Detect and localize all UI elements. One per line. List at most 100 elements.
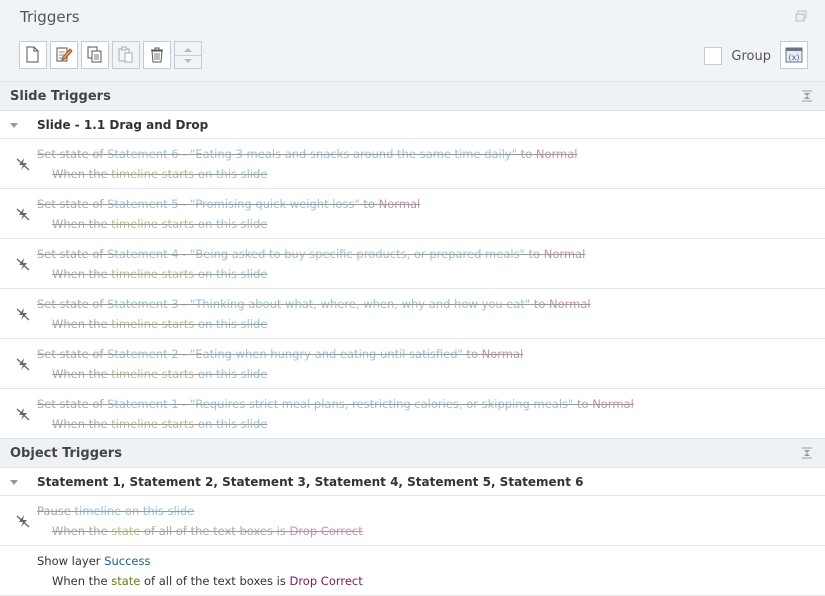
text-segment-plain: of all of the text boxes is xyxy=(140,524,290,538)
text-segment-obj: on this slide xyxy=(194,267,268,281)
text-segment-prop: timeline starts xyxy=(111,367,195,381)
trigger-list: Slide Triggers Slide - 1.1 Drag and Drop S… xyxy=(0,82,825,596)
variables-button[interactable]: (x) xyxy=(780,41,808,69)
text-segment-prop: timeline starts xyxy=(111,167,195,181)
text-segment-obj: on this slide xyxy=(194,217,268,231)
toolbar xyxy=(19,41,202,69)
paste-trigger-button[interactable] xyxy=(112,41,140,69)
move-up-icon[interactable] xyxy=(182,45,194,55)
group-toggle[interactable]: Group xyxy=(704,47,771,65)
restore-window-icon[interactable] xyxy=(795,10,807,22)
disabled-trigger-icon xyxy=(16,258,30,271)
text-segment-plain: Set state of xyxy=(37,347,108,361)
text-segment-plain: of all of the text boxes is xyxy=(140,574,290,588)
text-segment-obj: Statement 4 - "Being asked to buy specif… xyxy=(107,247,525,261)
text-segment-val: Normal xyxy=(549,297,591,311)
text-segment-obj: on this slide xyxy=(194,417,268,431)
text-segment-plain: When the xyxy=(52,217,112,231)
disabled-trigger-icon xyxy=(16,208,30,221)
trigger-action: Set state of Statement 3 - "Thinking abo… xyxy=(37,297,591,311)
trigger-row[interactable]: Pause timeline on this slide When the sta… xyxy=(0,496,825,546)
group-title: Slide - 1.1 Drag and Drop xyxy=(37,118,209,132)
panel-title: Triggers xyxy=(20,8,80,26)
text-segment-plain: Show layer xyxy=(37,554,105,568)
text-segment-obj: on this slide xyxy=(194,317,268,331)
disabled-trigger-icon xyxy=(16,515,30,528)
text-segment-plain: to xyxy=(359,197,379,211)
disabled-trigger-icon xyxy=(16,358,30,371)
text-segment-obj: on this slide xyxy=(194,367,268,381)
trigger-row[interactable]: Set state of Statement 5 - "Promising qu… xyxy=(0,189,825,239)
expand-triangle-icon[interactable] xyxy=(10,123,18,128)
text-segment-obj: Statement 5 - "Promising quick weight lo… xyxy=(107,197,360,211)
disabled-trigger-icon xyxy=(16,158,30,171)
text-segment-val: Normal xyxy=(592,397,634,411)
trigger-action: Set state of Statement 5 - "Promising qu… xyxy=(37,197,420,211)
paste-icon xyxy=(118,46,133,63)
text-segment-plain: When the xyxy=(52,267,112,281)
text-segment-obj: Statement 6 - "Eating 3 meals and snacks… xyxy=(107,147,518,161)
text-segment-obj: Statement 2 - "Eating when hungry and ea… xyxy=(107,347,463,361)
group-checkbox[interactable] xyxy=(704,47,723,65)
trigger-action: Set state of Statement 4 - "Being asked … xyxy=(37,247,585,261)
trash-icon xyxy=(151,47,163,63)
trigger-group[interactable]: Statement 1, Statement 2, Statement 3, S… xyxy=(0,468,825,496)
text-segment-prop: timeline starts xyxy=(111,267,195,281)
text-segment-plain: Set state of xyxy=(37,147,108,161)
text-segment-val: Drop Correct xyxy=(289,524,363,538)
trigger-action: Pause timeline on this slide xyxy=(37,504,194,518)
text-segment-obj: on this slide xyxy=(194,167,268,181)
text-segment-val: Normal xyxy=(481,347,524,361)
new-trigger-button[interactable] xyxy=(19,41,47,69)
move-trigger-buttons[interactable] xyxy=(174,41,202,69)
variables-icon: (x) xyxy=(785,47,803,63)
disabled-trigger-icon xyxy=(16,408,30,421)
edit-trigger-button[interactable] xyxy=(50,41,78,69)
text-segment-val: Normal xyxy=(535,147,578,161)
trigger-row[interactable]: Set state of Statement 2 - "Eating when … xyxy=(0,339,825,389)
text-segment-plain: to xyxy=(462,347,482,361)
trigger-row[interactable]: Show layer Success When the state of all … xyxy=(0,546,825,596)
svg-text:(x): (x) xyxy=(789,53,800,62)
delete-trigger-button[interactable] xyxy=(143,41,171,69)
text-segment-obj: Statement 3 - "Thinking about what, wher… xyxy=(107,297,531,311)
copy-trigger-button[interactable] xyxy=(81,41,109,69)
trigger-condition: When the timeline starts on this slide xyxy=(52,267,267,281)
trigger-action: Set state of Statement 6 - "Eating 3 mea… xyxy=(37,147,578,161)
group-label: Group xyxy=(731,48,771,64)
text-segment-prop: timeline starts xyxy=(111,417,195,431)
text-segment-plain: Set state of xyxy=(37,247,108,261)
text-segment-plain: When the xyxy=(52,524,112,538)
text-segment-plain: Set state of xyxy=(37,297,108,311)
trigger-condition: When the state of all of the text boxes … xyxy=(52,524,363,538)
text-segment-val: Normal xyxy=(543,247,586,261)
trigger-group[interactable]: Slide - 1.1 Drag and Drop xyxy=(0,111,825,139)
trigger-row[interactable]: Set state of Statement 1 - "Requires str… xyxy=(0,389,825,439)
trigger-condition: When the timeline starts on this slide xyxy=(52,167,267,181)
text-segment-plain: When the xyxy=(52,367,112,381)
trigger-row[interactable]: Set state of Statement 6 - "Eating 3 mea… xyxy=(0,139,825,189)
text-segment-plain: When the xyxy=(52,317,112,331)
section-title: Object Triggers xyxy=(10,446,122,461)
triggers-panel-header: Triggers Group (x) xyxy=(0,0,825,82)
text-segment-val: Drop Correct xyxy=(289,574,363,588)
trigger-condition: When the timeline starts on this slide xyxy=(52,217,267,231)
text-segment-plain: to xyxy=(517,147,536,161)
text-segment-plain: to xyxy=(524,247,544,261)
trigger-condition: When the timeline starts on this slide xyxy=(52,367,267,381)
text-segment-prop: timeline starts xyxy=(111,317,195,331)
disabled-trigger-icon xyxy=(16,308,30,321)
collapse-all-icon[interactable] xyxy=(801,90,813,102)
text-segment-prop: state xyxy=(111,524,141,538)
copy-icon xyxy=(87,46,102,63)
move-down-icon[interactable] xyxy=(182,56,194,66)
text-segment-val: Normal xyxy=(378,197,421,211)
collapse-all-icon[interactable] xyxy=(801,447,813,459)
text-segment-plain: to xyxy=(573,397,593,411)
text-segment-plain: to xyxy=(530,297,550,311)
trigger-row[interactable]: Set state of Statement 4 - "Being asked … xyxy=(0,239,825,289)
expand-triangle-icon[interactable] xyxy=(10,480,18,485)
trigger-condition: When the timeline starts on this slide xyxy=(52,317,267,331)
text-segment-plain: When the xyxy=(52,417,112,431)
trigger-row[interactable]: Set state of Statement 3 - "Thinking abo… xyxy=(0,289,825,339)
